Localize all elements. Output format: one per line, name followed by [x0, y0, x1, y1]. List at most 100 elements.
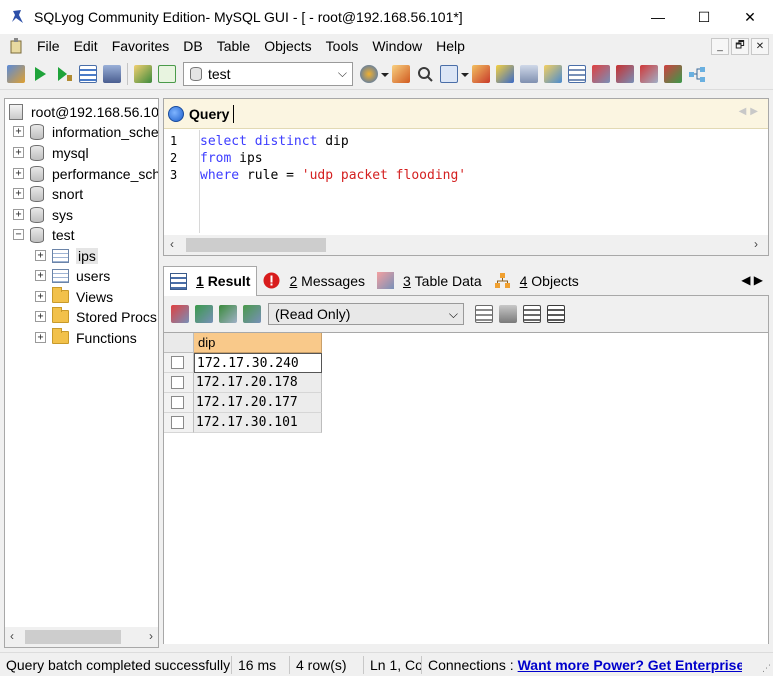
diagram-icon[interactable] [688, 65, 706, 83]
connect-icon[interactable] [7, 64, 25, 83]
grid-cell[interactable]: 172.17.30.101 [194, 413, 322, 433]
tree-table-users[interactable]: + users [35, 265, 110, 286]
enterprise-promo-link[interactable]: Want more Power? Get Enterprise [514, 657, 742, 673]
result-grid[interactable]: dip 172.17.30.240 172.17.20.178 172.17.2… [164, 332, 768, 644]
export-icon[interactable] [496, 64, 514, 83]
tab-scroll-arrows-icon[interactable]: ◀ ▶ [741, 273, 763, 287]
tab-messages[interactable]: 2 Messages [257, 266, 371, 296]
mdi-minimize-button[interactable]: _ [711, 38, 729, 55]
clear-icon[interactable] [392, 64, 410, 83]
scroll-left-icon[interactable]: ‹ [170, 237, 174, 251]
collapse-icon[interactable]: − [13, 229, 24, 240]
resize-grip-icon[interactable]: ⋰ [762, 663, 771, 674]
expand-icon[interactable]: + [13, 168, 24, 179]
backup-icon[interactable] [134, 64, 152, 83]
table-row[interactable]: 172.17.20.177 [164, 393, 322, 413]
cancel-changes-icon[interactable] [547, 305, 565, 323]
table-row[interactable]: 172.17.20.178 [164, 373, 322, 393]
mdi-restore-button[interactable]: 🗗 [731, 38, 749, 55]
expand-icon[interactable]: + [35, 332, 46, 343]
editor-scrollbar[interactable]: ‹ › [164, 235, 768, 255]
tab-result[interactable]: 1 Result [163, 265, 258, 297]
object-browser[interactable]: root@192.168.56.101 + information_schema… [4, 98, 159, 648]
code-area[interactable]: select distinct dip from ips where rule … [200, 130, 466, 233]
tree-folder-stored-procs[interactable]: + Stored Procs [35, 306, 157, 327]
grid-cell[interactable]: 172.17.20.178 [194, 373, 322, 393]
chevron-down-icon[interactable]: ⌵ [449, 307, 458, 322]
table-row[interactable]: 172.17.30.240 [164, 353, 322, 373]
menu-window[interactable]: Window [365, 34, 429, 58]
expand-icon[interactable]: + [35, 291, 46, 302]
dropdown-arrow-icon[interactable] [381, 65, 389, 83]
table-export-icon[interactable] [664, 64, 682, 83]
filter-result-icon[interactable] [243, 305, 261, 323]
dropdown-arrow-icon[interactable] [461, 65, 469, 83]
maximize-button[interactable]: ☐ [681, 0, 727, 34]
scroll-left-icon[interactable]: ‹ [10, 629, 14, 643]
row-checkbox[interactable] [171, 416, 184, 429]
export-result-icon[interactable] [171, 305, 189, 323]
row-checkbox[interactable] [171, 396, 184, 409]
grid-cell[interactable]: 172.17.30.240 [194, 353, 322, 373]
tree-folder-views[interactable]: + Views [35, 286, 113, 307]
close-button[interactable]: ✕ [727, 0, 773, 34]
menu-file[interactable]: File [30, 34, 67, 58]
menu-objects[interactable]: Objects [257, 34, 318, 58]
chevron-down-icon[interactable]: ⌵ [338, 66, 347, 81]
tab-objects[interactable]: 4 Objects [488, 266, 585, 296]
schema-designer-icon[interactable] [440, 64, 458, 83]
menu-edit[interactable]: Edit [67, 34, 105, 58]
tree-db-test[interactable]: − test [13, 224, 75, 245]
menu-favorites[interactable]: Favorites [105, 34, 177, 58]
result-mode-select[interactable]: (Read Only) ⌵ [268, 303, 464, 325]
column-header-dip[interactable]: dip [194, 333, 322, 353]
table-add-icon[interactable] [640, 64, 658, 83]
table-edit-icon[interactable] [616, 64, 634, 83]
search-icon[interactable] [416, 65, 434, 83]
grid-cell[interactable]: 172.17.20.177 [194, 393, 322, 413]
tree-folder-functions[interactable]: + Functions [35, 327, 137, 348]
copy-result-icon[interactable] [195, 305, 213, 323]
object-browser-scrollbar[interactable]: ‹ › [5, 627, 158, 647]
sync-icon[interactable] [544, 64, 562, 83]
expand-icon[interactable]: + [35, 250, 46, 261]
user-manager-icon[interactable] [360, 64, 378, 83]
tree-connection[interactable]: root@192.168.56.101 [9, 101, 158, 122]
expand-icon[interactable]: + [35, 270, 46, 281]
tree-db-mysql[interactable]: + mysql [13, 142, 89, 163]
execute-query-icon[interactable] [31, 65, 49, 83]
refresh-result-icon[interactable] [219, 305, 237, 323]
expand-icon[interactable]: + [13, 147, 24, 158]
scrollbar-thumb[interactable] [25, 630, 121, 644]
query-tab[interactable]: Query [164, 99, 235, 129]
table-row[interactable]: 172.17.30.101 [164, 413, 322, 433]
save-icon[interactable] [499, 305, 517, 323]
expand-icon[interactable]: + [13, 188, 24, 199]
row-checkbox[interactable] [171, 376, 184, 389]
table-icon[interactable] [568, 64, 586, 83]
scroll-right-icon[interactable]: › [754, 237, 758, 251]
row-checkbox[interactable] [171, 356, 184, 369]
menu-db[interactable]: DB [176, 34, 209, 58]
sql-editor[interactable]: 1 2 3 select distinct dip from ips where… [164, 130, 768, 233]
scrollbar-thumb[interactable] [186, 238, 326, 252]
execute-all-icon[interactable] [55, 65, 73, 83]
expand-icon[interactable]: + [13, 126, 24, 137]
expand-icon[interactable]: + [13, 209, 24, 220]
delete-row-icon[interactable] [523, 305, 541, 323]
copy-database-icon[interactable] [520, 64, 538, 83]
document-menu-icon[interactable] [8, 37, 26, 55]
stop-query-icon[interactable] [103, 64, 121, 83]
tree-table-ips[interactable]: + ips [35, 245, 98, 266]
table-delete-icon[interactable] [592, 64, 610, 83]
tab-scroll-arrows-icon[interactable]: ◀▶ [739, 106, 762, 117]
tree-db-information-schema[interactable]: + information_schema [13, 121, 158, 142]
menu-tools[interactable]: Tools [319, 34, 366, 58]
execute-edit-icon[interactable] [79, 64, 97, 83]
form-view-icon[interactable] [475, 305, 493, 323]
mdi-close-button[interactable]: ✕ [751, 38, 769, 55]
menu-help[interactable]: Help [429, 34, 472, 58]
scroll-right-icon[interactable]: › [149, 629, 153, 643]
tree-db-snort[interactable]: + snort [13, 183, 83, 204]
expand-icon[interactable]: + [35, 311, 46, 322]
